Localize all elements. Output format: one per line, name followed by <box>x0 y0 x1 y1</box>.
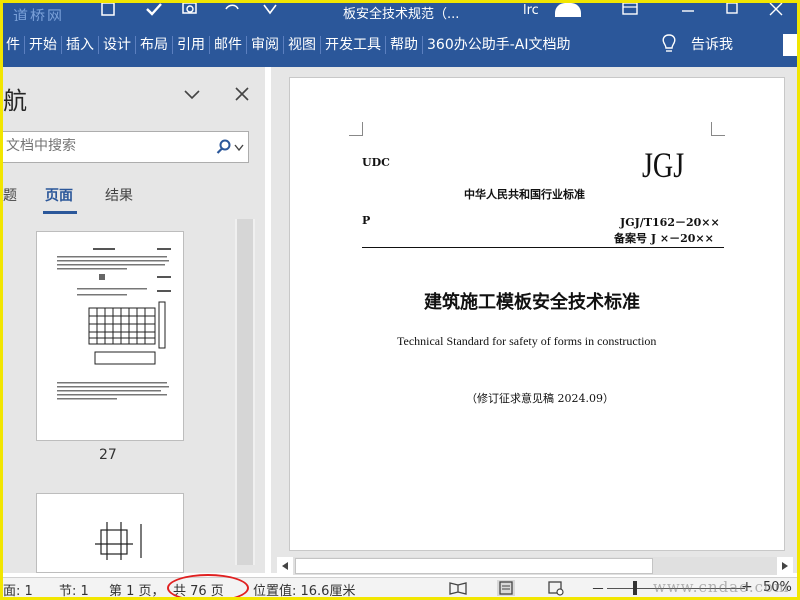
tab-separator <box>209 36 210 54</box>
tab-separator <box>283 36 284 54</box>
industry-standard-heading: 中华人民共和国行业标准 <box>464 188 585 201</box>
tab-separator <box>24 36 25 54</box>
zoom-out-button[interactable]: － <box>591 579 605 597</box>
minimize-icon[interactable] <box>679 3 697 17</box>
record-number: 备案号 J ×－20×× <box>614 232 714 245</box>
document-area: UDC JGJ 中华人民共和国行业标准 P JGJ/T162－20×× 备案号 … <box>271 67 797 575</box>
avatar[interactable] <box>555 3 581 17</box>
redo-icon[interactable] <box>261 3 279 17</box>
print-preview-icon[interactable] <box>181 3 199 17</box>
tab-developer[interactable]: 开发工具 <box>322 35 384 55</box>
tab-insert[interactable]: 插入 <box>63 35 97 55</box>
zoom-slider-thumb[interactable] <box>633 581 637 595</box>
status-section[interactable]: 节: 1 <box>59 580 89 597</box>
active-tab-indicator <box>43 211 77 214</box>
chevron-down-icon[interactable] <box>181 83 203 105</box>
arrow-left-icon <box>282 562 288 570</box>
watermark-logo: 道桥网 <box>13 7 65 21</box>
web-layout-icon[interactable] <box>547 580 565 596</box>
search-box[interactable] <box>3 131 249 163</box>
tab-separator <box>385 36 386 54</box>
undo-icon[interactable] <box>223 3 241 17</box>
navigation-pane: 航 题 页面 结果 <box>3 67 265 573</box>
scrollbar-thumb[interactable] <box>237 219 253 565</box>
udc-label: UDC <box>362 156 390 169</box>
lightbulb-icon <box>662 34 676 52</box>
p-label: P <box>362 214 371 227</box>
header-rule <box>362 247 724 248</box>
document-title-english: Technical Standard for safety of forms i… <box>397 334 657 348</box>
jgj-mark: JGJ <box>642 145 685 185</box>
tab-mailings[interactable]: 邮件 <box>211 35 245 55</box>
ribbon: 件 开始 插入 设计 布局 引用 邮件 审阅 视图 开发工具 帮助 360办公助… <box>3 21 797 67</box>
tab-separator <box>61 36 62 54</box>
word-window: 道桥网 板安全技术规范（... lrc 件 开始 插入 设计 布局 引用 邮件 <box>3 3 797 597</box>
document-title: 板安全技术规范（... <box>343 7 460 21</box>
tab-references[interactable]: 引用 <box>174 35 208 55</box>
tab-separator <box>172 36 173 54</box>
ribbon-display-icon[interactable] <box>621 3 639 17</box>
title-bar: 道桥网 板安全技术规范（... lrc <box>3 3 797 21</box>
tab-separator <box>422 36 423 54</box>
search-input[interactable] <box>6 138 196 154</box>
nav-tab-pages[interactable]: 页面 <box>45 185 73 205</box>
page-thumbnail-content <box>57 248 171 400</box>
tell-me-label: 告诉我 <box>691 37 733 53</box>
arrow-right-icon <box>782 562 788 570</box>
tab-360-assistant[interactable]: 360办公助手-AI文档助 <box>424 35 573 55</box>
close-window-icon[interactable] <box>767 3 785 17</box>
scroll-left-button[interactable] <box>277 557 293 575</box>
document-title-chinese: 建筑施工模板安全技术标准 <box>424 292 640 313</box>
tell-me-box[interactable]: 告诉我 <box>661 34 733 54</box>
document-page[interactable]: UDC JGJ 中华人民共和国行业标准 P JGJ/T162－20×× 备案号 … <box>289 77 785 551</box>
nav-tab-headings[interactable]: 题 <box>3 185 17 205</box>
scroll-right-button[interactable] <box>777 557 793 575</box>
navigation-title: 航 <box>3 87 27 115</box>
page-thumbnail[interactable] <box>36 493 184 573</box>
status-page-index[interactable]: 面: 1 <box>3 580 33 597</box>
page-thumbnails: 27 <box>3 227 265 573</box>
nav-tab-results[interactable]: 结果 <box>105 185 133 205</box>
status-page-of[interactable]: 第 1 页， <box>109 580 165 597</box>
page-thumbnail[interactable] <box>36 231 184 441</box>
save-icon[interactable] <box>99 3 117 17</box>
tab-layout[interactable]: 布局 <box>137 35 171 55</box>
status-bar: 面: 1 节: 1 第 1 页， 共 76 页 位置值: 16.6厘米 － + … <box>3 574 797 597</box>
share-button[interactable] <box>783 34 797 56</box>
search-icon[interactable] <box>216 139 232 155</box>
horizontal-scrollbar[interactable] <box>277 557 793 575</box>
close-icon[interactable] <box>231 83 253 105</box>
ribbon-tabs: 件 开始 插入 设计 布局 引用 邮件 审阅 视图 开发工具 帮助 360办公助… <box>3 35 573 55</box>
read-mode-icon[interactable] <box>449 580 467 596</box>
scrollbar-thumb[interactable] <box>295 558 653 574</box>
maximize-icon[interactable] <box>723 3 741 17</box>
thumbnail-scrollbar[interactable] <box>235 219 255 565</box>
tab-separator <box>98 36 99 54</box>
tab-separator <box>246 36 247 54</box>
tab-design[interactable]: 设计 <box>100 35 134 55</box>
user-name[interactable]: lrc <box>523 3 539 18</box>
tab-review[interactable]: 审阅 <box>248 35 282 55</box>
tab-file[interactable]: 件 <box>3 35 23 55</box>
status-position[interactable]: 位置值: 16.6厘米 <box>253 580 355 597</box>
draft-note: （修订征求意见稿 2024.09） <box>466 392 614 405</box>
highlight-circle <box>167 574 249 597</box>
tab-separator <box>135 36 136 54</box>
tab-home[interactable]: 开始 <box>26 35 60 55</box>
crop-mark <box>711 122 725 136</box>
page-thumbnail-content <box>95 522 142 560</box>
tab-separator <box>320 36 321 54</box>
site-watermark: www.cndao.com <box>653 578 790 596</box>
tab-view[interactable]: 视图 <box>285 35 319 55</box>
tab-help[interactable]: 帮助 <box>387 35 421 55</box>
crop-mark <box>349 122 363 136</box>
chevron-down-icon[interactable] <box>234 144 244 152</box>
page-thumbnail-number: 27 <box>99 447 117 463</box>
checkmark-icon[interactable] <box>145 3 163 17</box>
standard-number: JGJ/T162－20×× <box>620 216 720 229</box>
print-layout-icon[interactable] <box>497 580 515 596</box>
